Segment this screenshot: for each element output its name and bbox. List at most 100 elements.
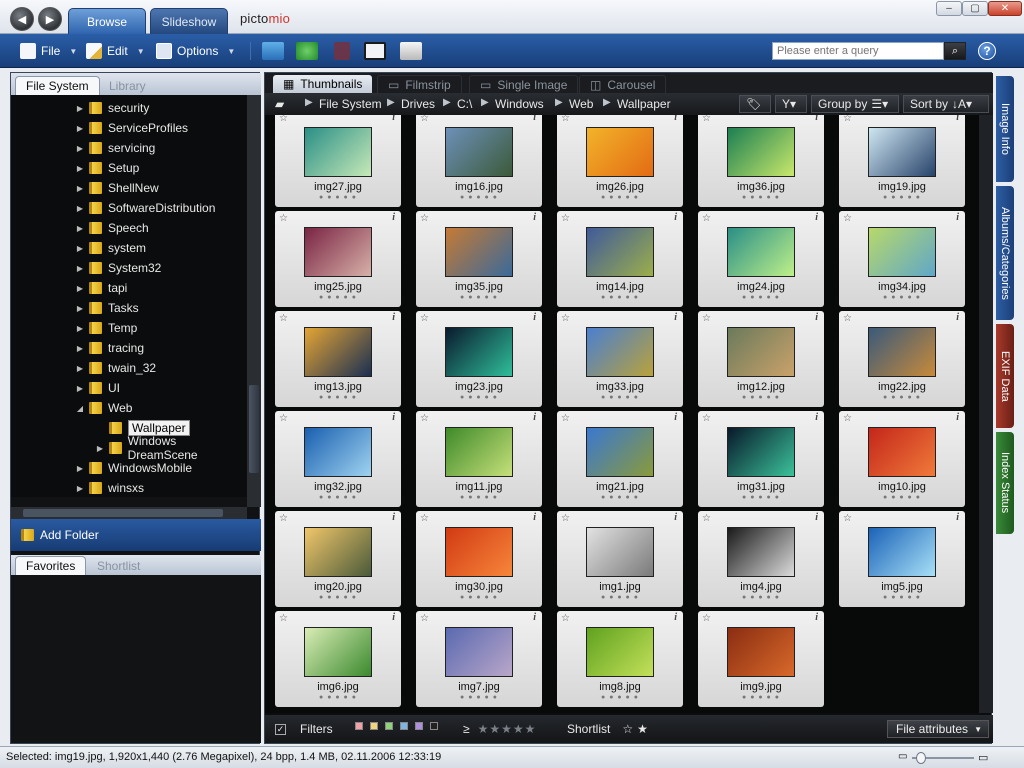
- rating-dots[interactable]: ● ● ● ● ●: [275, 494, 401, 501]
- star-icon[interactable]: ☆: [279, 213, 288, 224]
- thumbnail-card[interactable]: ☆ i img9.jpg ● ● ● ● ●: [698, 611, 824, 707]
- breadcrumb-item[interactable]: File System: [319, 97, 382, 111]
- shortlist-filter[interactable]: Shortlist ☆ ★: [567, 722, 648, 736]
- expand-icon[interactable]: ▶: [75, 244, 85, 253]
- rating-dots[interactable]: ● ● ● ● ●: [557, 594, 683, 601]
- thumbnail-image[interactable]: [586, 327, 654, 377]
- rating-dots[interactable]: ● ● ● ● ●: [275, 694, 401, 701]
- color-label-filter[interactable]: [355, 722, 441, 730]
- rating-dots[interactable]: ● ● ● ● ●: [698, 394, 824, 401]
- expand-icon[interactable]: ▶: [75, 204, 85, 213]
- tree-item[interactable]: ▶ ShellNew: [75, 178, 159, 198]
- info-icon[interactable]: i: [815, 212, 818, 223]
- rating-dots[interactable]: ● ● ● ● ●: [275, 594, 401, 601]
- star-icon[interactable]: ☆: [702, 513, 711, 524]
- thumbnail-image[interactable]: [586, 527, 654, 577]
- minimize-icon[interactable]: ‒: [936, 1, 962, 16]
- info-icon[interactable]: i: [674, 412, 677, 423]
- info-icon[interactable]: i: [533, 115, 536, 123]
- tab-carousel[interactable]: ◫ Carousel: [579, 75, 667, 93]
- thumbnail-image[interactable]: [868, 327, 936, 377]
- thumbnail-card[interactable]: ☆ i img7.jpg ● ● ● ● ●: [416, 611, 542, 707]
- rating-dots[interactable]: ● ● ● ● ●: [557, 394, 683, 401]
- thumbnail-grid[interactable]: ☆ i img27.jpg ● ● ● ● ● ☆ i img16.jpg ● ● ● ● ●…: [265, 115, 979, 713]
- tab-file-system[interactable]: File System: [15, 76, 100, 95]
- info-icon[interactable]: i: [392, 212, 395, 223]
- rating-dots[interactable]: ● ● ● ● ●: [416, 294, 542, 301]
- info-icon[interactable]: i: [392, 512, 395, 523]
- expand-icon[interactable]: ▶: [75, 184, 85, 193]
- star-icon[interactable]: ☆: [420, 115, 429, 124]
- tab-slideshow[interactable]: Slideshow: [150, 8, 228, 34]
- fullscreen-icon[interactable]: [364, 42, 386, 60]
- rating-filter[interactable]: ≥ ★★★★★: [463, 722, 536, 736]
- tab-shortlist[interactable]: Shortlist: [87, 556, 150, 575]
- star-outline-icon[interactable]: ☆: [622, 722, 633, 736]
- side-tab-exif-data[interactable]: EXIF Data: [996, 324, 1014, 428]
- info-icon[interactable]: i: [392, 312, 395, 323]
- tab-single-image[interactable]: ▭ Single Image: [469, 75, 579, 93]
- thumbnail-card[interactable]: ☆ i img14.jpg ● ● ● ● ●: [557, 211, 683, 307]
- star-icon[interactable]: ☆: [561, 513, 570, 524]
- info-icon[interactable]: i: [956, 115, 959, 123]
- options-menu[interactable]: Options ▼: [156, 42, 235, 60]
- thumbnail-image[interactable]: [586, 627, 654, 677]
- thumbnail-card[interactable]: ☆ i img24.jpg ● ● ● ● ●: [698, 211, 824, 307]
- expand-icon[interactable]: ▶: [75, 124, 85, 133]
- thumbnail-image[interactable]: [304, 227, 372, 277]
- thumbnail-card[interactable]: ☆ i img30.jpg ● ● ● ● ●: [416, 511, 542, 607]
- info-icon[interactable]: i: [956, 512, 959, 523]
- tree-item[interactable]: ▶ ServiceProfiles: [75, 118, 188, 138]
- rating-dots[interactable]: ● ● ● ● ●: [416, 694, 542, 701]
- star-icon[interactable]: ☆: [420, 513, 429, 524]
- info-icon[interactable]: i: [533, 612, 536, 623]
- star-icon[interactable]: ☆: [279, 115, 288, 124]
- info-icon[interactable]: i: [392, 612, 395, 623]
- thumbnail-card[interactable]: ☆ i img21.jpg ● ● ● ● ●: [557, 411, 683, 507]
- tree-item[interactable]: ▶ twain_32: [75, 358, 156, 378]
- thumbnail-image[interactable]: [445, 327, 513, 377]
- star-icon[interactable]: ☆: [843, 313, 852, 324]
- thumbnail-card[interactable]: ☆ i img27.jpg ● ● ● ● ●: [275, 115, 401, 207]
- expand-icon[interactable]: ▶: [75, 304, 85, 313]
- thumbnail-card[interactable]: ☆ i img26.jpg ● ● ● ● ●: [557, 115, 683, 207]
- rating-dots[interactable]: ● ● ● ● ●: [416, 394, 542, 401]
- thumbnail-image[interactable]: [304, 527, 372, 577]
- info-icon[interactable]: i: [815, 412, 818, 423]
- rating-dots[interactable]: ● ● ● ● ●: [275, 394, 401, 401]
- info-icon[interactable]: i: [533, 512, 536, 523]
- star-icon[interactable]: ☆: [279, 513, 288, 524]
- tab-favorites[interactable]: Favorites: [15, 556, 87, 575]
- edit-menu[interactable]: Edit ▼: [86, 42, 145, 60]
- rating-dots[interactable]: ● ● ● ● ●: [698, 294, 824, 301]
- back-icon[interactable]: ◀: [10, 7, 34, 31]
- tree-item[interactable]: ▶ Setup: [75, 158, 139, 178]
- breadcrumb-item[interactable]: Windows: [495, 97, 544, 111]
- info-icon[interactable]: i: [956, 312, 959, 323]
- search-input[interactable]: [772, 42, 944, 60]
- star-icon[interactable]: ☆: [702, 413, 711, 424]
- rating-dots[interactable]: ● ● ● ● ●: [698, 494, 824, 501]
- thumbnail-card[interactable]: ☆ i img5.jpg ● ● ● ● ●: [839, 511, 965, 607]
- thumbnail-card[interactable]: ☆ i img20.jpg ● ● ● ● ●: [275, 511, 401, 607]
- tree-item[interactable]: ▶ System32: [75, 258, 161, 278]
- thumbnail-image[interactable]: [304, 127, 372, 177]
- thumbnail-image[interactable]: [868, 527, 936, 577]
- thumbnail-card[interactable]: ☆ i img8.jpg ● ● ● ● ●: [557, 611, 683, 707]
- info-icon[interactable]: i: [674, 115, 677, 123]
- color-label-swatch[interactable]: [400, 722, 408, 730]
- star-icon[interactable]: ☆: [561, 413, 570, 424]
- checkbox-icon[interactable]: ✓: [275, 723, 286, 735]
- thumbnail-image[interactable]: [727, 227, 795, 277]
- star-icon[interactable]: ☆: [702, 115, 711, 124]
- close-icon[interactable]: ✕: [988, 1, 1022, 16]
- info-icon[interactable]: i: [392, 115, 395, 123]
- side-tab-image-info[interactable]: Image Info: [996, 76, 1014, 182]
- thumbnail-image[interactable]: [727, 527, 795, 577]
- info-icon[interactable]: i: [674, 312, 677, 323]
- rating-dots[interactable]: ● ● ● ● ●: [839, 194, 965, 201]
- thumbnail-card[interactable]: ☆ i img12.jpg ● ● ● ● ●: [698, 311, 824, 407]
- tree-item[interactable]: ▶ system: [75, 238, 146, 258]
- rating-dots[interactable]: ● ● ● ● ●: [557, 694, 683, 701]
- tree-item[interactable]: ▶ security: [75, 98, 149, 118]
